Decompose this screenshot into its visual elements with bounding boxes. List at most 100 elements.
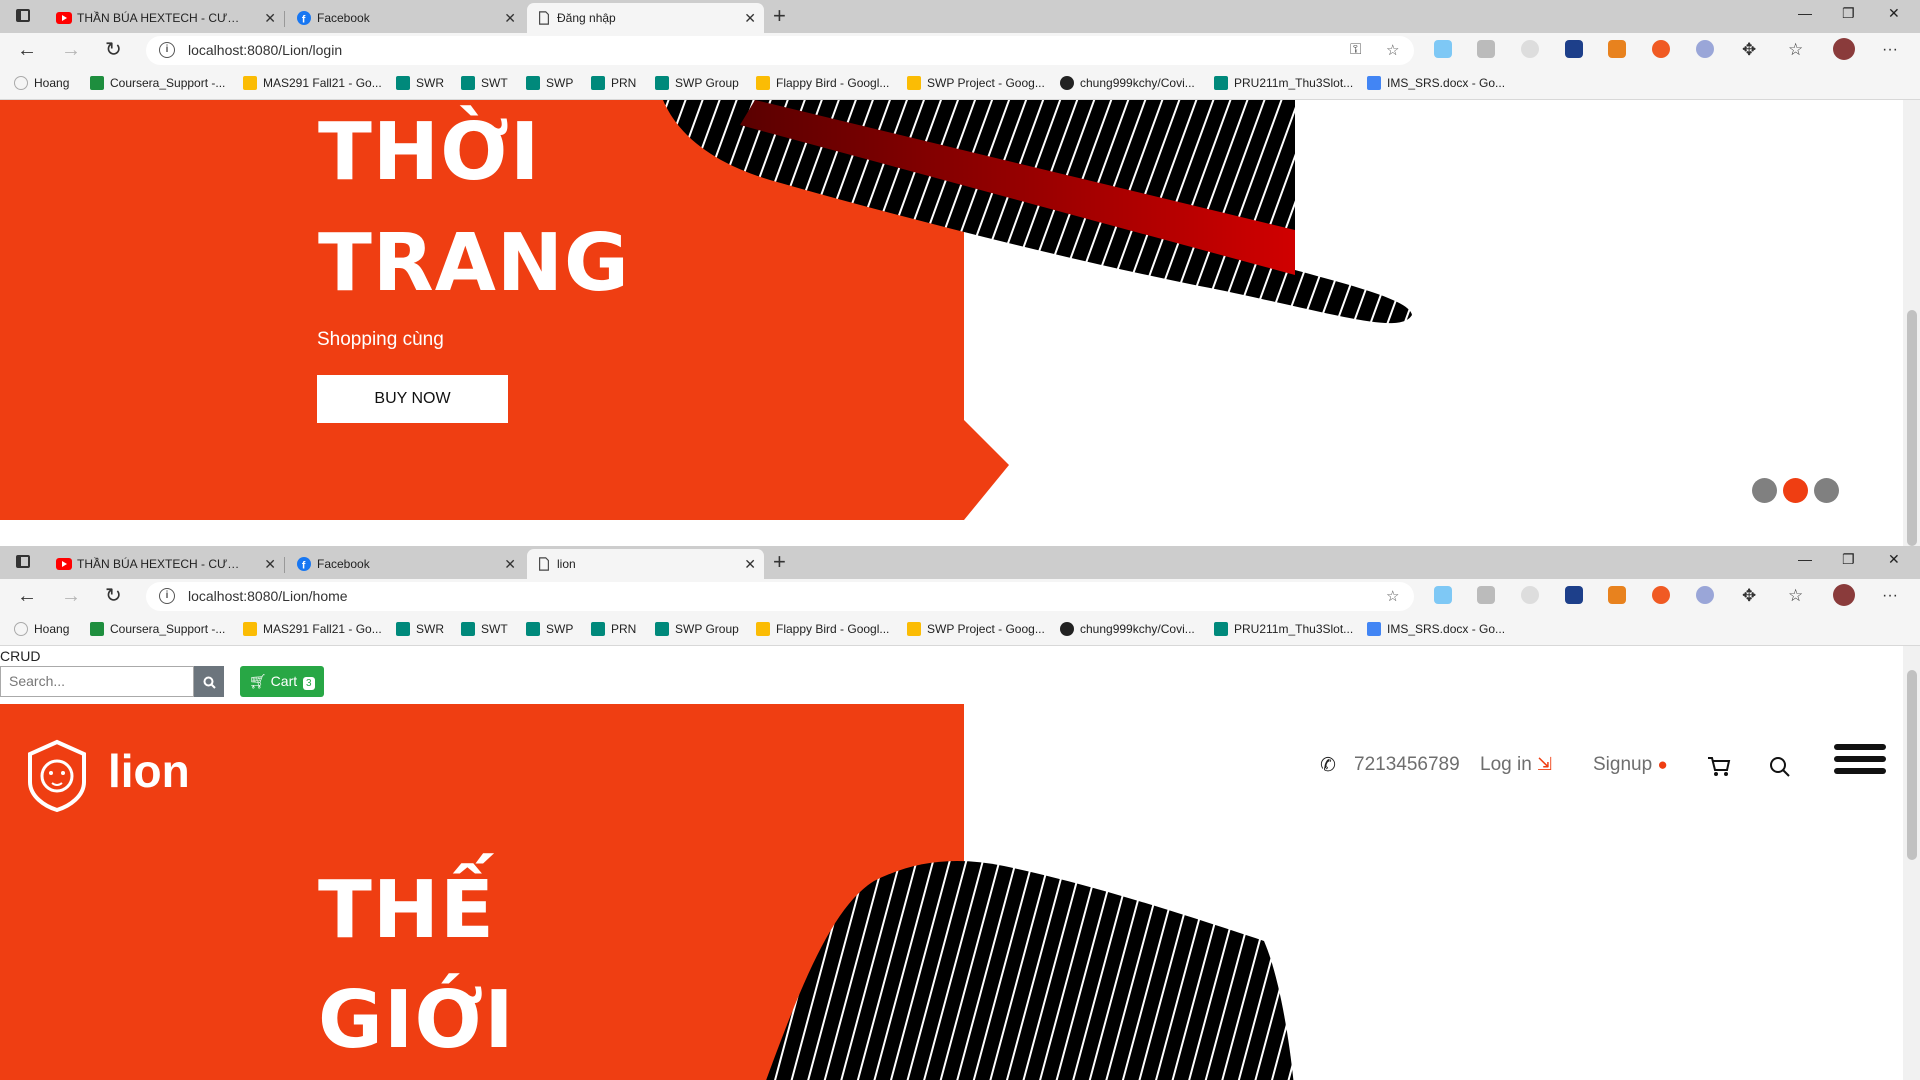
- tab-actions-icon[interactable]: [16, 555, 30, 568]
- tab-youtube[interactable]: THẦN BÚA HEXTECH - CƯỜNG ... ✕: [47, 549, 285, 579]
- search-button[interactable]: [194, 666, 224, 697]
- search-input[interactable]: Search...: [0, 666, 194, 697]
- address-bar[interactable]: i localhost:8080/Lion/login ⚿ ☆: [146, 36, 1414, 65]
- bookmark[interactable]: MAS291 Fall21 - Go...: [243, 76, 382, 90]
- brand-logo[interactable]: [22, 738, 92, 817]
- info-icon[interactable]: i: [159, 42, 175, 58]
- login-link[interactable]: Log in ⇲: [1480, 754, 1552, 776]
- bookmark[interactable]: SWT: [461, 76, 508, 90]
- bookmark[interactable]: SWR: [396, 622, 444, 636]
- phone-number[interactable]: 7213456789: [1354, 754, 1460, 776]
- new-tab-icon[interactable]: +: [773, 3, 786, 29]
- scrollbar[interactable]: [1903, 100, 1920, 546]
- close-icon[interactable]: ✕: [744, 556, 756, 573]
- extension-icon[interactable]: [1652, 40, 1670, 58]
- url-text[interactable]: localhost:8080/Lion/login: [188, 42, 342, 58]
- extension-icon[interactable]: [1477, 586, 1495, 604]
- extension-icon[interactable]: [1477, 40, 1495, 58]
- scrollbar[interactable]: [1903, 646, 1920, 1080]
- favorites-icon[interactable]: ☆: [1788, 39, 1803, 61]
- avatar[interactable]: [1833, 584, 1855, 606]
- reload-icon[interactable]: ↻: [105, 585, 122, 607]
- tab-facebook[interactable]: f Facebook ✕: [287, 549, 524, 579]
- back-icon[interactable]: ←: [17, 585, 37, 607]
- slider-dot[interactable]: [1814, 478, 1839, 503]
- close-icon[interactable]: ✕: [504, 556, 516, 573]
- back-icon[interactable]: ←: [17, 39, 37, 61]
- bookmark[interactable]: Hoang: [14, 622, 69, 636]
- bookmark[interactable]: chung999kchy/Covi...: [1060, 76, 1195, 90]
- address-bar[interactable]: i localhost:8080/Lion/home ☆: [146, 582, 1414, 611]
- extension-icon[interactable]: [1696, 40, 1714, 58]
- bookmark[interactable]: SWP Group: [655, 622, 739, 636]
- favorite-add-icon[interactable]: ☆: [1386, 587, 1399, 605]
- bookmark[interactable]: SWP Project - Goog...: [907, 76, 1045, 90]
- scrollbar-thumb[interactable]: [1907, 670, 1917, 860]
- close-window-icon[interactable]: ✕: [1888, 5, 1900, 22]
- bookmark[interactable]: SWP Group: [655, 76, 739, 90]
- forward-icon[interactable]: →: [61, 39, 81, 61]
- bookmark[interactable]: SWP: [526, 76, 573, 90]
- scrollbar-thumb[interactable]: [1907, 310, 1917, 546]
- extension-icon[interactable]: [1696, 586, 1714, 604]
- bookmark[interactable]: PRN: [591, 622, 636, 636]
- close-icon[interactable]: ✕: [264, 10, 276, 27]
- shopping-cart-icon[interactable]: [1707, 756, 1731, 778]
- more-icon[interactable]: ···: [1882, 585, 1898, 607]
- bookmark[interactable]: Hoang: [14, 76, 69, 90]
- close-icon[interactable]: ✕: [744, 10, 756, 27]
- buy-now-button[interactable]: BUY NOW: [317, 375, 508, 423]
- bookmark[interactable]: SWR: [396, 76, 444, 90]
- info-icon[interactable]: i: [159, 588, 175, 604]
- search-icon[interactable]: [1769, 756, 1791, 778]
- extension-icon[interactable]: [1521, 586, 1539, 604]
- slider-dot-active[interactable]: [1783, 478, 1808, 503]
- forward-icon[interactable]: →: [61, 585, 81, 607]
- bookmark[interactable]: PRU211m_Thu3Slot...: [1214, 622, 1353, 636]
- more-icon[interactable]: ···: [1882, 39, 1898, 61]
- tab-lion-active[interactable]: lion ✕: [527, 549, 764, 579]
- extension-icon[interactable]: [1565, 40, 1583, 58]
- tab-youtube[interactable]: THẦN BÚA HEXTECH - CƯỜNG ... ✕: [47, 3, 285, 33]
- extension-icon[interactable]: [1434, 586, 1452, 604]
- bookmark[interactable]: Flappy Bird - Googl...: [756, 76, 889, 90]
- favorites-icon[interactable]: ☆: [1788, 585, 1803, 607]
- favorite-add-icon[interactable]: ☆: [1386, 41, 1399, 59]
- close-icon[interactable]: ✕: [504, 10, 516, 27]
- hamburger-menu-icon[interactable]: [1834, 744, 1886, 780]
- minimize-icon[interactable]: —: [1798, 551, 1812, 567]
- url-text[interactable]: localhost:8080/Lion/home: [188, 588, 348, 604]
- bookmark[interactable]: PRN: [591, 76, 636, 90]
- extension-icon[interactable]: [1652, 586, 1670, 604]
- brand-name[interactable]: lion: [108, 744, 190, 798]
- minimize-icon[interactable]: —: [1798, 5, 1812, 21]
- metamask-icon[interactable]: [1608, 40, 1626, 58]
- cart-button[interactable]: 🛒︎ Cart 3: [240, 666, 324, 697]
- bookmark[interactable]: Coursera_Support -...: [90, 622, 225, 636]
- extensions-puzzle-icon[interactable]: ✥: [1742, 585, 1756, 607]
- tab-login-active[interactable]: Đăng nhập ✕: [527, 3, 764, 33]
- extension-icon[interactable]: [1434, 40, 1452, 58]
- tab-actions-icon[interactable]: [16, 9, 30, 22]
- avatar[interactable]: [1833, 38, 1855, 60]
- restore-icon[interactable]: ❐: [1842, 551, 1855, 568]
- bookmark[interactable]: SWP: [526, 622, 573, 636]
- bookmark[interactable]: MAS291 Fall21 - Go...: [243, 622, 382, 636]
- extension-icon[interactable]: [1565, 586, 1583, 604]
- tab-facebook[interactable]: f Facebook ✕: [287, 3, 524, 33]
- restore-icon[interactable]: ❐: [1842, 5, 1855, 22]
- bookmark[interactable]: Flappy Bird - Googl...: [756, 622, 889, 636]
- key-icon[interactable]: ⚿: [1350, 41, 1361, 58]
- close-icon[interactable]: ✕: [264, 556, 276, 573]
- bookmark[interactable]: SWT: [461, 622, 508, 636]
- metamask-icon[interactable]: [1608, 586, 1626, 604]
- bookmark[interactable]: PRU211m_Thu3Slot...: [1214, 76, 1353, 90]
- bookmark[interactable]: chung999kchy/Covi...: [1060, 622, 1195, 636]
- signup-link[interactable]: Signup ●: [1593, 754, 1668, 776]
- reload-icon[interactable]: ↻: [105, 39, 122, 61]
- close-window-icon[interactable]: ✕: [1888, 551, 1900, 568]
- new-tab-icon[interactable]: +: [773, 549, 786, 575]
- bookmark[interactable]: Coursera_Support -...: [90, 76, 225, 90]
- bookmark[interactable]: IMS_SRS.docx - Go...: [1367, 622, 1505, 636]
- bookmark[interactable]: SWP Project - Goog...: [907, 622, 1045, 636]
